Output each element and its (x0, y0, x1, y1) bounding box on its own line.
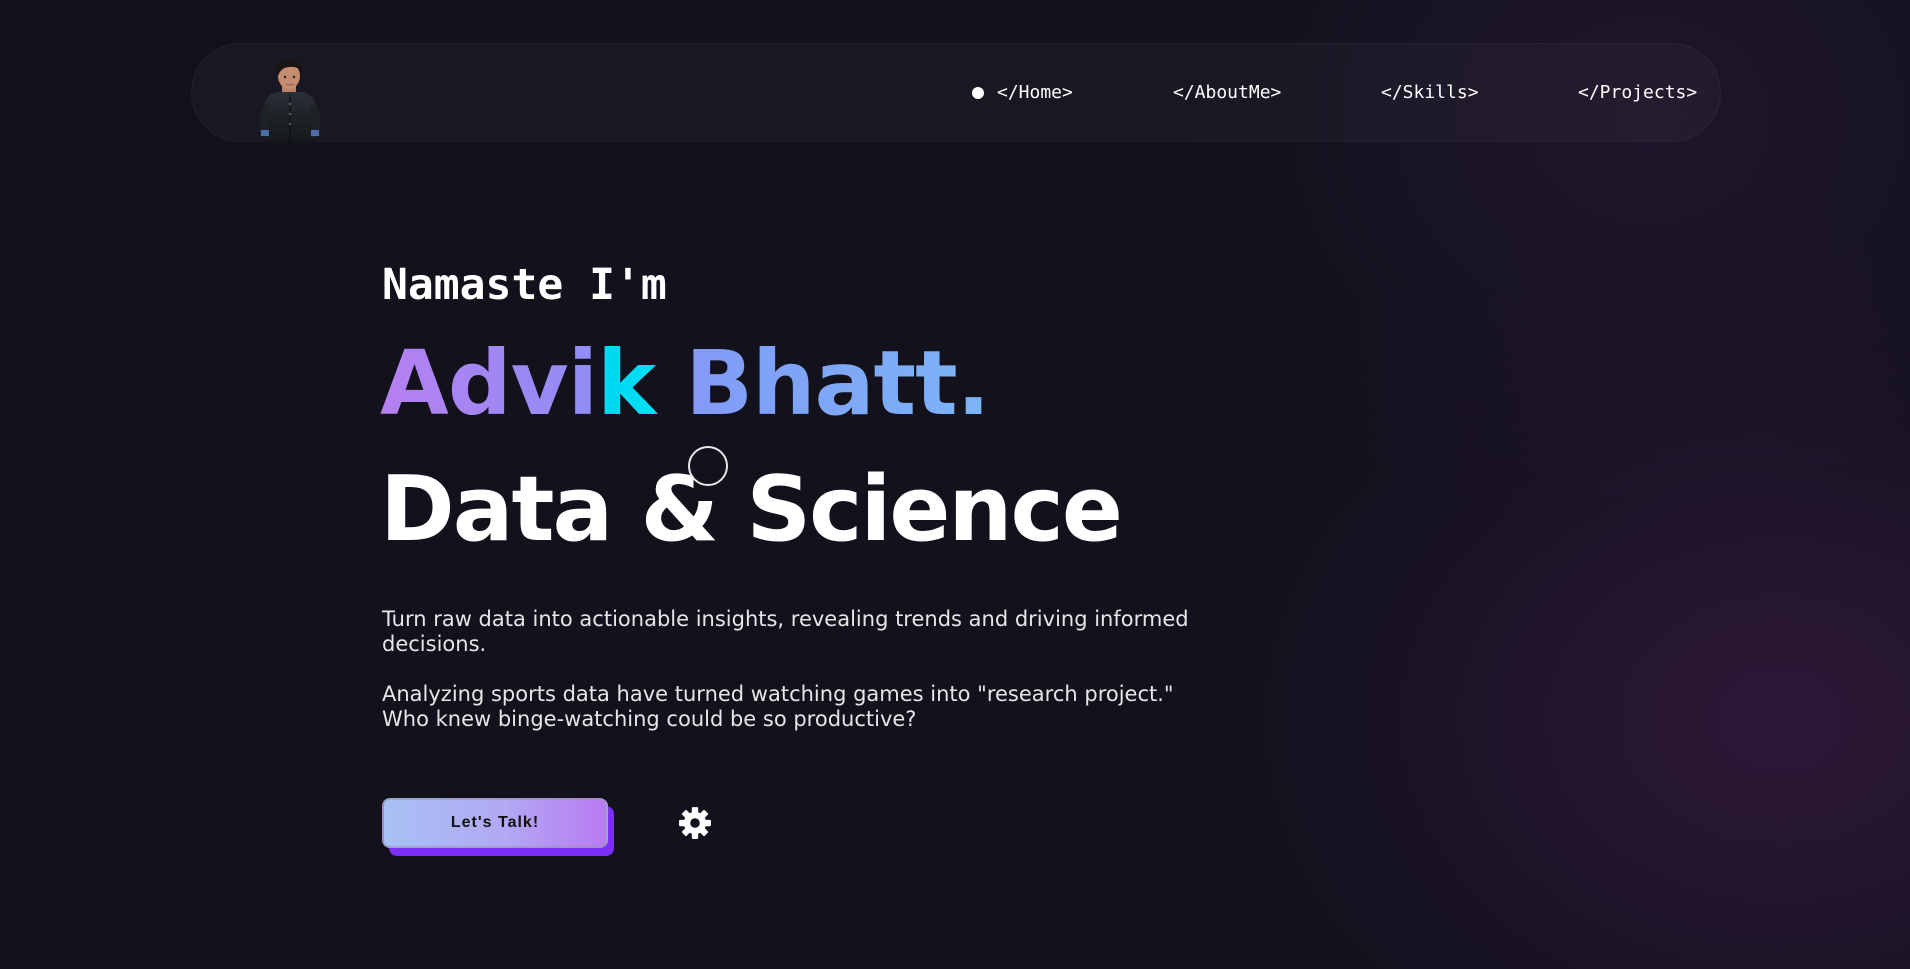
hero-name: Advik Bhatt. (380, 333, 989, 433)
avatar-icon[interactable] (248, 54, 332, 142)
active-nav-indicator-icon (972, 87, 984, 99)
nav-skills[interactable]: </Skills> (1381, 80, 1479, 106)
gear-icon[interactable] (678, 806, 712, 840)
hero-name-highlight: k (597, 331, 656, 435)
hero-paragraph-1: Turn raw data into actionable insights, … (382, 607, 1189, 656)
lets-talk-button[interactable]: Let's Talk! (382, 798, 608, 848)
nav-projects[interactable]: </Projects> (1578, 80, 1697, 106)
cursor-ring (688, 446, 728, 486)
navbar (191, 43, 1721, 142)
hero-name-part1: Advi (380, 331, 598, 435)
nav-about-me[interactable]: </AboutMe> (1173, 80, 1281, 106)
hero-name-part2: Bhatt. (655, 331, 990, 435)
nav-home[interactable]: </Home> (997, 80, 1073, 106)
hero-greeting: Namaste I'm (382, 260, 667, 310)
hero-paragraph-2: Analyzing sports data have turned watchi… (382, 682, 1174, 731)
hero-role: Data & Science (380, 457, 1123, 562)
